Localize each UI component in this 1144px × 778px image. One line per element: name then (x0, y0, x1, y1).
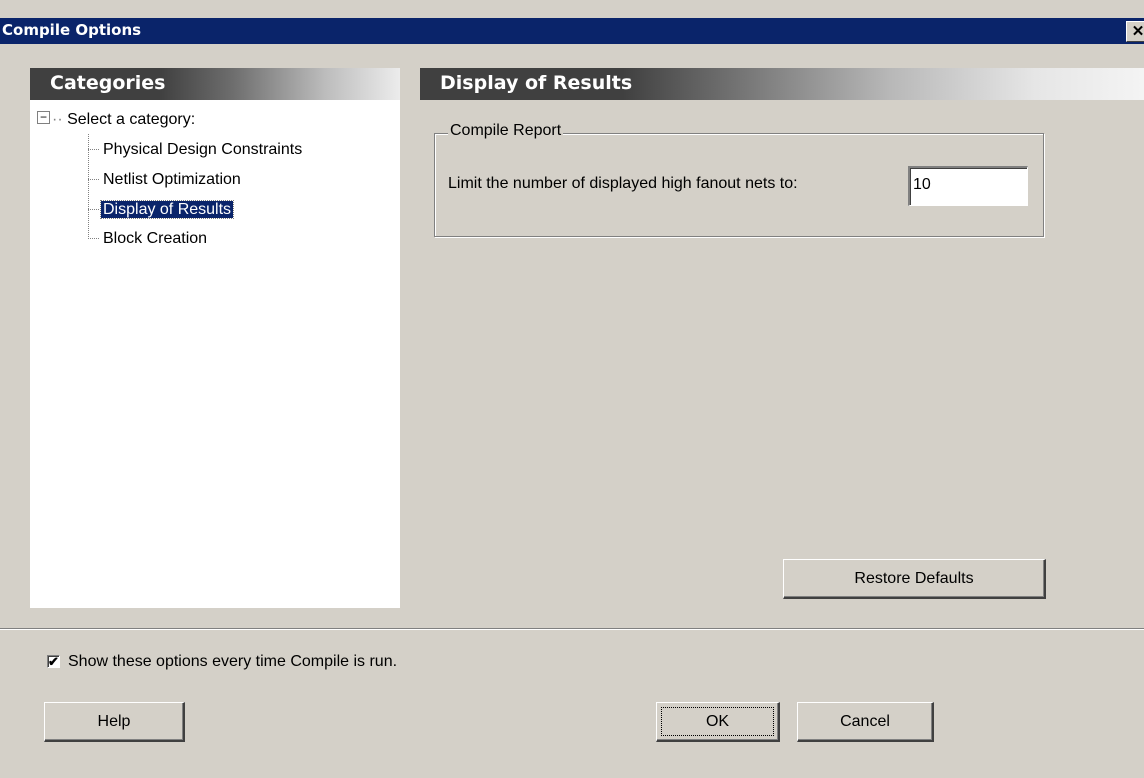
category-block-creation[interactable]: Block Creation (88, 230, 209, 248)
help-button[interactable]: Help (44, 702, 185, 742)
show-options-label[interactable]: Show these options every time Compile is… (68, 653, 397, 671)
checkmark-icon: ✔ (48, 654, 59, 669)
section-header: Display of Results (420, 68, 1144, 100)
tree-root[interactable]: − ·· Select a category: (37, 111, 195, 129)
category-tree[interactable]: − ·· Select a category: Physical Design C… (30, 100, 400, 608)
category-label: Display of Results (99, 200, 235, 219)
compile-options-dialog: Compile Options ✕ Categories − ·· Select … (0, 0, 1144, 778)
section-header-text: Display of Results (440, 72, 633, 94)
categories-header: Categories (30, 68, 400, 100)
close-icon: ✕ (1131, 23, 1144, 40)
cancel-button[interactable]: Cancel (797, 702, 934, 742)
tree-collapse-icon[interactable]: − (37, 111, 50, 125)
dialog-title: Compile Options (2, 21, 142, 39)
category-label: Block Creation (103, 230, 208, 247)
compile-report-group-title: Compile Report (448, 122, 564, 140)
restore-defaults-button[interactable]: Restore Defaults (783, 559, 1046, 599)
title-bar[interactable]: Compile Options ✕ (0, 18, 1144, 44)
categories-header-text: Categories (50, 72, 166, 94)
fanout-limit-label: Limit the number of displayed high fanou… (448, 175, 798, 192)
category-display-of-results[interactable]: Display of Results (88, 200, 235, 219)
close-button[interactable]: ✕ (1126, 21, 1144, 42)
footer-separator (0, 628, 1144, 630)
ok-button[interactable]: OK (656, 702, 780, 742)
tree-root-label: Select a category: (67, 111, 196, 128)
category-label: Physical Design Constraints (103, 141, 303, 158)
category-label: Netlist Optimization (103, 171, 241, 188)
category-physical-design-constraints[interactable]: Physical Design Constraints (88, 141, 304, 159)
show-options-checkbox[interactable]: ✔ (47, 655, 60, 668)
ok-button-label: OK (661, 707, 774, 736)
category-netlist-optimization[interactable]: Netlist Optimization (88, 171, 243, 189)
fanout-limit-input[interactable]: 10 (908, 166, 1028, 206)
